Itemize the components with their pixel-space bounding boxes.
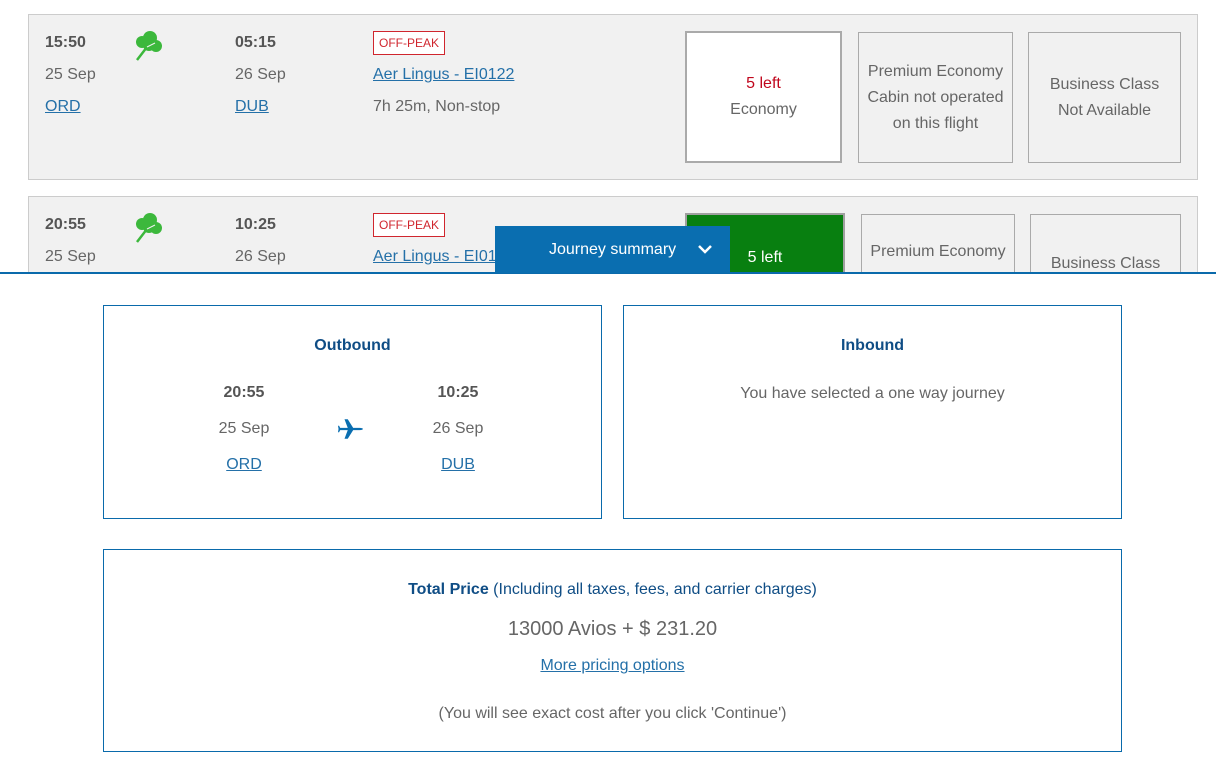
inbound-message: You have selected a one way journey [740,385,1005,402]
arrival-time: 05:15 [235,34,276,51]
departure-info: 15:50 25 Sep ORD [45,27,96,123]
chevron-down-icon [698,245,712,254]
departure-airport-link[interactable]: ORD [226,456,262,473]
cabin-label: Premium Economy [867,62,1004,80]
arrival-time: 10:25 [235,216,276,233]
arrival-date: 26 Sep [235,248,286,265]
business-cabin-option: Business Class Not Available [1028,32,1181,163]
flight-row: 15:50 25 Sep ORD 05:15 26 Sep DUB OFF-PE… [28,14,1198,180]
shamrock-icon [136,31,162,61]
arrival-info: 10:25 26 Sep [235,209,286,273]
outbound-summary: Outbound 20:55 25 Sep ORD 10:25 26 Sep D… [103,305,602,519]
cabin-label: Business Class [1049,75,1160,93]
seats-left: 5 left [746,75,781,92]
cabin-label: Premium Economy [870,243,1006,260]
total-price-summary: Total Price (Including all taxes, fees, … [103,549,1122,752]
price-note: (You will see exact cost after you click… [438,705,787,722]
arrival-time: 10:25 [437,384,479,401]
premium-economy-cabin-option: Premium Economy Cabin not operated on th… [858,32,1013,163]
departure-time: 20:55 [223,384,265,401]
departure-info: 20:55 25 Sep [45,209,96,273]
plane-icon [338,419,363,439]
departure-time: 20:55 [45,216,86,233]
flight-info: OFF-PEAK Aer Lingus - EI01 [373,209,497,273]
arrival-date: 26 Sep [235,66,286,83]
journey-summary-label: Journey summary [549,240,677,258]
departure-date: 25 Sep [45,248,96,265]
outbound-title: Outbound [314,337,391,354]
seats-left: 5 left [747,249,783,266]
arrival-info: 05:15 26 Sep DUB [235,27,286,123]
inbound-title: Inbound [840,337,905,354]
flight-info: OFF-PEAK Aer Lingus - EI0122 7h 25m, Non… [373,27,514,123]
flight-number-link[interactable]: Aer Lingus - EI0122 [373,66,514,83]
flight-number-link[interactable]: Aer Lingus - EI01 [373,248,497,265]
journey-summary-toggle[interactable]: Journey summary [495,226,730,273]
economy-cabin-option[interactable]: 5 left Economy [685,31,842,163]
shamrock-icon [136,213,162,243]
arrival-airport-link[interactable]: DUB [441,456,475,473]
departure-airport-link[interactable]: ORD [45,98,81,115]
total-price-amount: 13000 Avios + $ 231.20 [507,618,718,640]
arrival-date: 26 Sep [432,420,484,437]
price-heading: Total Price (Including all taxes, fees, … [104,581,1121,599]
inbound-summary: Inbound You have selected a one way jour… [623,305,1122,519]
cabin-status: Cabin not operated [867,88,1004,106]
cabin-status: on this flight [892,114,979,132]
total-price-title: Total Price [408,581,489,598]
off-peak-badge: OFF-PEAK [373,213,446,237]
arrival-airport-link[interactable]: DUB [235,98,269,115]
flight-duration: 7h 25m, Non-stop [373,98,501,115]
cabin-label: Economy [730,101,797,118]
departure-date: 25 Sep [218,420,270,437]
cabin-status: Not Available [1057,101,1152,119]
off-peak-badge: OFF-PEAK [373,31,446,55]
departure-date: 25 Sep [45,66,96,83]
total-price-subtitle: (Including all taxes, fees, and carrier … [493,581,817,598]
departure-time: 15:50 [45,34,86,51]
more-pricing-options-link[interactable]: More pricing options [540,657,684,674]
